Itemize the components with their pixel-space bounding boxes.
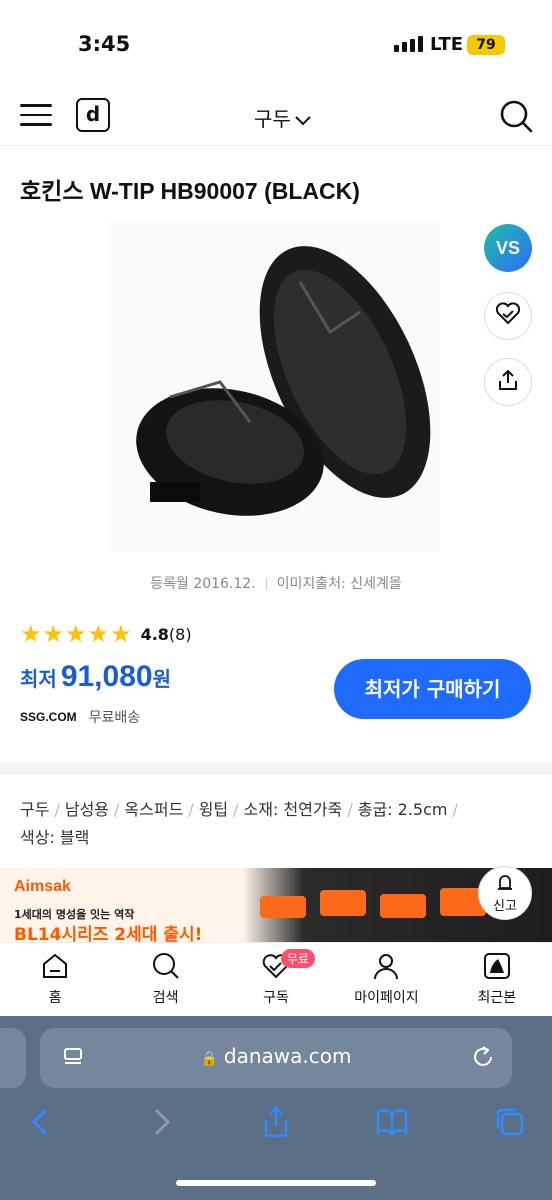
spec-item: 색상: 블랙 [20,828,90,847]
spec-item: 구두 [20,800,50,819]
price-value: 91,080 [60,660,153,693]
lock-icon: 🔒 [200,1051,218,1067]
previous-tab-preview[interactable] [0,1028,26,1088]
free-badge: 무료 [280,949,315,968]
category-dropdown[interactable]: 구두 [254,103,311,132]
shipping-info: 무료배송 [88,710,141,726]
spec-item: 옥스퍼드 [124,800,184,819]
product-meta: 등록월 2016.12. 이미지출처: 신세계몰 [0,573,552,593]
rating-score: 4.8 [140,624,169,644]
section-divider [0,763,552,775]
tab-search[interactable]: 검색 [110,943,220,1016]
signal-icon [394,36,423,52]
registered-date: 등록월 2016.12. [150,576,256,592]
tab-subscribe[interactable]: 무료 구독 [221,943,331,1016]
share-icon [496,368,520,396]
spec-item: 소재: 천연가죽 [243,800,343,819]
lowest-price: 최저 91,080원 [20,660,171,694]
chevron-down-icon [295,111,311,130]
recent-icon [483,953,510,979]
category-label: 구두 [254,107,291,131]
product-title: 호킨스 W-TIP HB90007 (BLACK) [20,178,360,204]
ad-banner[interactable]: Aimsak 1세대의 명성을 잇는 역작 BL14시리즈 2세대 출시! [0,868,552,942]
price-unit: 원 [152,667,171,691]
share-button[interactable] [484,358,532,406]
divider [265,578,267,590]
image-source: 이미지출처: 신세계몰 [276,576,402,592]
status-bar: 3:45 LTE 79 [0,0,552,90]
wishlist-button[interactable] [484,292,532,340]
bottom-tab-bar: 홈 검색 무료 구독 마이페이지 최근본 [0,942,552,1016]
url-display: 🔒 danawa.com [40,1044,512,1068]
logo-button[interactable]: d [76,98,110,132]
spec-item: 남성용 [64,800,110,819]
rating[interactable]: ★★★★★ 4.8 (8) [20,620,192,648]
banner-headline: BL14시리즈 2세대 출시! [14,925,203,942]
status-time: 3:45 [78,32,131,56]
reload-icon[interactable] [470,1044,496,1070]
heart-check-icon [495,302,521,330]
tab-home[interactable]: 홈 [0,943,110,1016]
forward-icon[interactable] [142,1104,178,1140]
url-text: danawa.com [223,1044,352,1068]
star-rating-icon: ★★★★★ [20,620,133,648]
tab-label: 구독 [263,990,289,1006]
product-specs: 구두 / 남성용 / 옥스퍼드 / 윙팁 / 소재: 천연가죽 / 총굽: 2.5cm / 색상: 블랙 [20,800,458,847]
share-icon[interactable] [258,1104,294,1140]
report-label: 신고 [493,899,517,914]
search-icon [152,953,179,979]
user-icon [374,954,399,980]
spec-item: 윙팁 [198,800,229,819]
siren-icon [479,873,531,895]
banner-brand: Aimsak [14,878,71,895]
home-icon [43,953,68,978]
report-button[interactable]: 신고 [478,866,532,920]
price-label: 최저 [20,667,57,691]
tab-recent[interactable]: 최근본 [442,943,552,1016]
shop-name: SSG.COM [20,710,77,724]
tab-label: 최근본 [477,990,517,1006]
tab-mypage[interactable]: 마이페이지 [331,943,441,1016]
network-label: LTE [430,34,464,55]
tabs-icon[interactable] [492,1104,528,1140]
tab-label: 마이페이지 [354,990,419,1006]
battery-icon: 79 [467,35,505,55]
product-image[interactable] [110,222,440,552]
home-indicator [176,1180,376,1186]
search-icon[interactable] [498,98,534,134]
shop-info: SSG.COM 무료배송 [20,707,140,727]
address-bar[interactable]: 🔒 danawa.com [40,1028,512,1088]
top-nav: d 구두 [0,90,552,146]
review-count: (8) [168,624,192,644]
buy-lowest-button[interactable]: 최저가 구매하기 [334,659,531,719]
tab-label: 검색 [152,990,179,1006]
banner-tools-image [260,876,500,942]
menu-icon[interactable] [20,104,52,130]
bookmarks-icon[interactable] [374,1104,410,1140]
spec-item: 총굽: 2.5cm [357,800,448,819]
browser-chrome: 🔒 danawa.com [0,1016,552,1200]
browser-toolbar [0,1104,552,1144]
tab-label: 홈 [48,990,62,1006]
back-icon[interactable] [24,1104,60,1140]
compare-button[interactable]: VS [484,224,532,272]
